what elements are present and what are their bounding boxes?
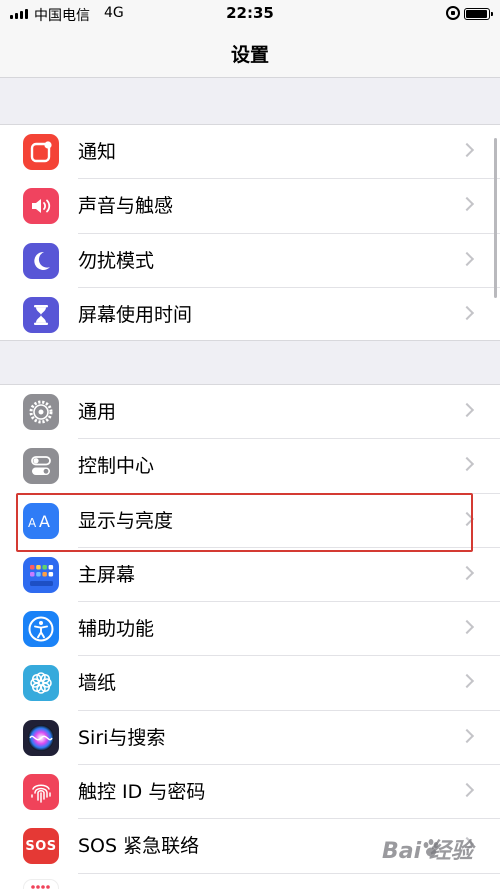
chevron-right-icon [459, 251, 475, 266]
settings-row-general[interactable]: 通用 [0, 385, 500, 440]
chevron-right-icon [459, 783, 475, 798]
settings-row-label: 通知 [78, 141, 117, 163]
settings-row-display-brightness[interactable]: AA 显示与亮度 [0, 494, 500, 548]
settings-row-label: 触控 ID 与密码 [78, 781, 206, 804]
svg-text:A: A [39, 512, 50, 531]
battery-icon [464, 8, 493, 20]
chevron-right-icon [459, 402, 475, 418]
settings-group-1: 通知 声音与触感 勿扰模式 屏幕使用时间 [0, 124, 500, 341]
settings-group-2: 通用 控制中心 AA 显示与亮度 主屏幕 辅助功能 墙纸 Siri与搜索 触控 … [0, 384, 500, 889]
settings-row-control-center[interactable]: 控制中心 [0, 439, 500, 494]
settings-row-label: 显示与亮度 [78, 509, 174, 532]
settings-row-notifications[interactable]: 通知 [0, 125, 500, 180]
gear-icon [23, 394, 59, 430]
settings-row-label: SOS 紧急联络 [78, 835, 200, 858]
chevron-right-icon [459, 674, 475, 689]
siri-icon [23, 719, 59, 756]
navigation-bar: 设置 [0, 28, 500, 78]
chevron-right-icon [459, 457, 475, 472]
settings-row-label: 通用 [78, 401, 117, 423]
settings-row-wallpaper[interactable]: 墙纸 [0, 656, 500, 711]
sos-icon: SOS [23, 828, 59, 865]
chevron-right-icon [459, 197, 475, 212]
chevron-right-icon [459, 305, 475, 320]
settings-row-do-not-disturb[interactable]: 勿扰模式 [0, 234, 500, 288]
settings-row-accessibility[interactable]: 辅助功能 [0, 602, 500, 657]
sounds-icon [23, 188, 59, 225]
settings-row-label: 屏幕使用时间 [78, 303, 193, 326]
status-bar: 中国电信 4G 22:35 [0, 0, 500, 28]
settings-row-partial[interactable] [0, 874, 500, 889]
settings-row-siri-search[interactable]: Siri与搜索 [0, 711, 500, 766]
settings-row-label: 辅助功能 [78, 618, 155, 641]
hourglass-icon [23, 296, 59, 333]
chevron-right-icon [459, 511, 475, 526]
watermark: Bai 经验 [382, 833, 492, 873]
settings-row-label: 主屏幕 [78, 563, 136, 586]
moon-icon [23, 242, 59, 279]
settings-row-label: 墙纸 [78, 672, 117, 695]
settings-row-screen-time[interactable]: 屏幕使用时间 [0, 288, 500, 342]
paw-icon [423, 839, 439, 857]
page-title: 设置 [230, 44, 269, 66]
text-size-icon: AA [23, 502, 59, 539]
switches-icon [23, 448, 59, 485]
scrollbar[interactable] [494, 138, 497, 298]
settings-row-home-screen[interactable]: 主屏幕 [0, 548, 500, 603]
settings-row-touch-id-passcode[interactable]: 触控 ID 与密码 [0, 765, 500, 820]
chevron-right-icon [459, 565, 475, 580]
settings-row-label: 控制中心 [78, 455, 155, 478]
home-grid-icon [23, 556, 59, 593]
settings-row-label: 勿扰模式 [78, 249, 155, 272]
settings-row-label: Siri与搜索 [78, 726, 166, 749]
fingerprint-icon [23, 774, 59, 811]
settings-row-sounds[interactable]: 声音与触感 [0, 179, 500, 234]
wallpaper-flower-icon [23, 665, 59, 702]
chevron-right-icon [459, 620, 475, 635]
chevron-right-icon [459, 142, 475, 158]
battery-settings-icon [23, 878, 59, 889]
svg-text:A: A [28, 516, 37, 530]
status-time: 22:35 [226, 4, 274, 22]
accessibility-icon [23, 611, 59, 648]
settings-row-label: 声音与触感 [78, 195, 174, 218]
rotation-lock-icon [446, 6, 460, 20]
notifications-icon [23, 134, 59, 170]
chevron-right-icon [459, 728, 475, 743]
